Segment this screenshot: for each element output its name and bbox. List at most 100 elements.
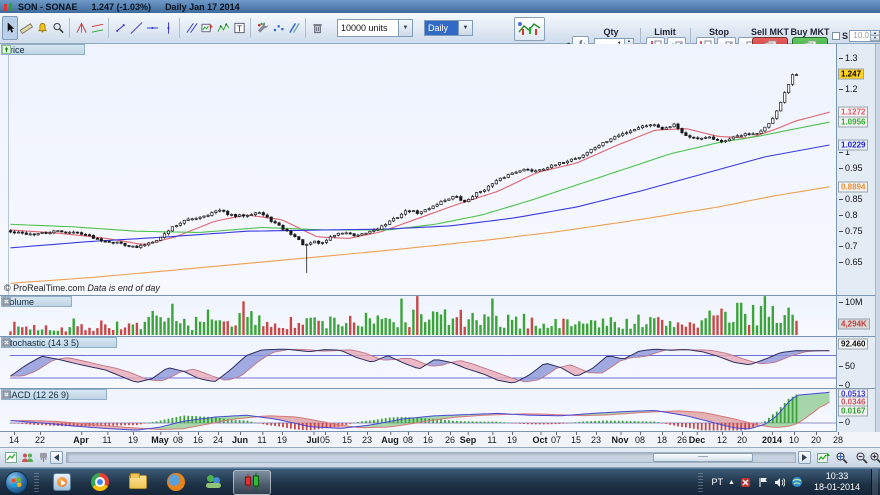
volume-chart-canvas[interactable]: [0, 296, 836, 337]
tool-tools-icon[interactable]: [254, 16, 270, 40]
wrench-icon[interactable]: [29, 45, 38, 54]
toolbar-separator: [66, 18, 70, 38]
connection-icon[interactable]: [36, 451, 50, 464]
time-axis-label: 05: [320, 435, 330, 445]
taskbar-item-prorealtime-active[interactable]: [233, 470, 271, 495]
start-button[interactable]: [5, 471, 28, 494]
taskbar-item-messenger[interactable]: [195, 469, 233, 495]
stochastic-chart-canvas[interactable]: [0, 337, 836, 389]
tool-text-icon[interactable]: T: [231, 16, 247, 40]
tool-parallel-icon[interactable]: [183, 16, 199, 40]
windows-logo-icon: [11, 477, 22, 488]
price-panel: Price © ProRealTime.com Data is end of d…: [0, 44, 836, 296]
chevron-down-icon[interactable]: ▼: [398, 20, 412, 36]
time-axis-label: 16: [423, 435, 433, 445]
taskbar-item-firefox[interactable]: [157, 469, 195, 495]
tool-pointer-icon[interactable]: [2, 16, 18, 40]
close-icon[interactable]: [95, 390, 104, 399]
axis-tick-label: 0.85: [839, 194, 863, 204]
time-axis-label: 08: [403, 435, 413, 445]
tool-ruler-icon[interactable]: [18, 16, 34, 40]
time-axis-label: 24: [213, 435, 223, 445]
wrench-icon[interactable]: [83, 338, 92, 347]
stop-loss-spinner[interactable]: 10.0 ▲▼: [849, 30, 880, 42]
tool-fork-icon[interactable]: [73, 16, 89, 40]
auto-scale-icon[interactable]: [816, 451, 830, 464]
scroll-right-button[interactable]: [798, 451, 811, 464]
chevron-down-icon[interactable]: ▼: [458, 21, 472, 35]
price-chart-canvas[interactable]: [0, 44, 836, 296]
axis-tick-label: 1.2: [839, 84, 858, 94]
tool-channel-icon[interactable]: [89, 16, 105, 40]
axis-tick-label: 0.65: [839, 257, 863, 267]
units-dropdown[interactable]: 10000 units ▼: [337, 19, 413, 37]
zoom-reset-icon[interactable]: [834, 451, 848, 464]
language-indicator[interactable]: PT: [712, 477, 724, 487]
windows-taskbar: PT ▲ 10:33 18-01-2014: [0, 468, 880, 495]
stop-loss-value: 10.0: [850, 31, 870, 41]
stop-loss-row: S 10.0 ▲▼: [832, 29, 880, 42]
units-value: 10000 units: [338, 23, 398, 33]
tool-segment-icon[interactable]: [112, 16, 128, 40]
tool-multiline-icon[interactable]: [286, 16, 302, 40]
time-scrollbar-thumb[interactable]: [653, 453, 753, 462]
tool-zoom-icon[interactable]: [50, 16, 66, 40]
taskbar-item-media-player[interactable]: [43, 469, 81, 495]
toolbar-separator: [247, 18, 251, 38]
stop-loss-label: S: [842, 31, 849, 41]
stop-loss-checkbox[interactable]: [832, 32, 840, 40]
axis-tick-label: 0.95: [839, 163, 863, 173]
scroll-left-button[interactable]: [50, 451, 63, 464]
tool-alarm-icon[interactable]: [34, 16, 50, 40]
tool-trash-icon[interactable]: [309, 16, 325, 40]
buy-alert-icon[interactable]: [73, 45, 82, 54]
watermark-note: Data is end of day: [87, 283, 160, 293]
messenger-icon: [205, 473, 223, 491]
window-title: SON - SONAE: [18, 2, 78, 12]
time-scrollbar-track[interactable]: [66, 452, 796, 463]
zoom-in-icon[interactable]: [868, 451, 880, 464]
detach-window-icon[interactable]: [49, 297, 58, 306]
action-center-flag-icon[interactable]: [757, 476, 769, 488]
close-icon[interactable]: [51, 45, 60, 54]
contacts-icon[interactable]: [20, 451, 34, 464]
show-hidden-icons-caret[interactable]: ▲: [728, 479, 735, 486]
taskbar-clock[interactable]: 10:33 18-01-2014: [808, 471, 866, 493]
close-icon[interactable]: [60, 297, 69, 306]
taskbar-item-explorer[interactable]: [119, 469, 157, 495]
mini-chart-icon[interactable]: [4, 451, 18, 464]
chrome-icon: [91, 473, 109, 491]
time-axis-label: 12: [717, 435, 727, 445]
tool-points-icon[interactable]: [270, 16, 286, 40]
detach-window-icon[interactable]: [84, 390, 93, 399]
volume-icon[interactable]: [774, 476, 786, 488]
tool-line-icon[interactable]: [128, 16, 144, 40]
tool-hline-icon[interactable]: [144, 16, 160, 40]
wrench-icon[interactable]: [38, 297, 47, 306]
detach-window-icon[interactable]: [40, 45, 49, 54]
tray-app-icon[interactable]: [740, 476, 752, 488]
tool-pattern-icon[interactable]: [199, 16, 215, 40]
time-axis-label: 20: [811, 435, 821, 445]
zoom-out-icon[interactable]: [854, 451, 868, 464]
close-icon[interactable]: [105, 338, 114, 347]
time-axis-label: 26: [445, 435, 455, 445]
network-icon[interactable]: [791, 476, 803, 488]
wrench-icon[interactable]: [73, 390, 82, 399]
tool-zigzag-icon[interactable]: [215, 16, 231, 40]
period-dropdown[interactable]: Daily ▼: [424, 20, 473, 36]
price-panel-header: Price: [1, 44, 85, 55]
detach-window-icon[interactable]: [94, 338, 103, 347]
chart-style-button[interactable]: [514, 17, 545, 41]
time-axis-label: Apr: [73, 435, 89, 445]
macd-chart-canvas[interactable]: [0, 389, 836, 432]
show-desktop-button[interactable]: [871, 469, 878, 495]
sell-alert-icon[interactable]: [62, 45, 71, 54]
time-axis-label: 08: [635, 435, 645, 445]
taskbar-item-chrome[interactable]: [81, 469, 119, 495]
time-axis-label: Nov: [611, 435, 628, 445]
tool-vline-icon[interactable]: [160, 16, 176, 40]
vertical-scrollbar[interactable]: [875, 44, 880, 432]
spinner-arrows-icon[interactable]: ▲▼: [870, 31, 879, 41]
time-axis-label: Oct: [532, 435, 547, 445]
